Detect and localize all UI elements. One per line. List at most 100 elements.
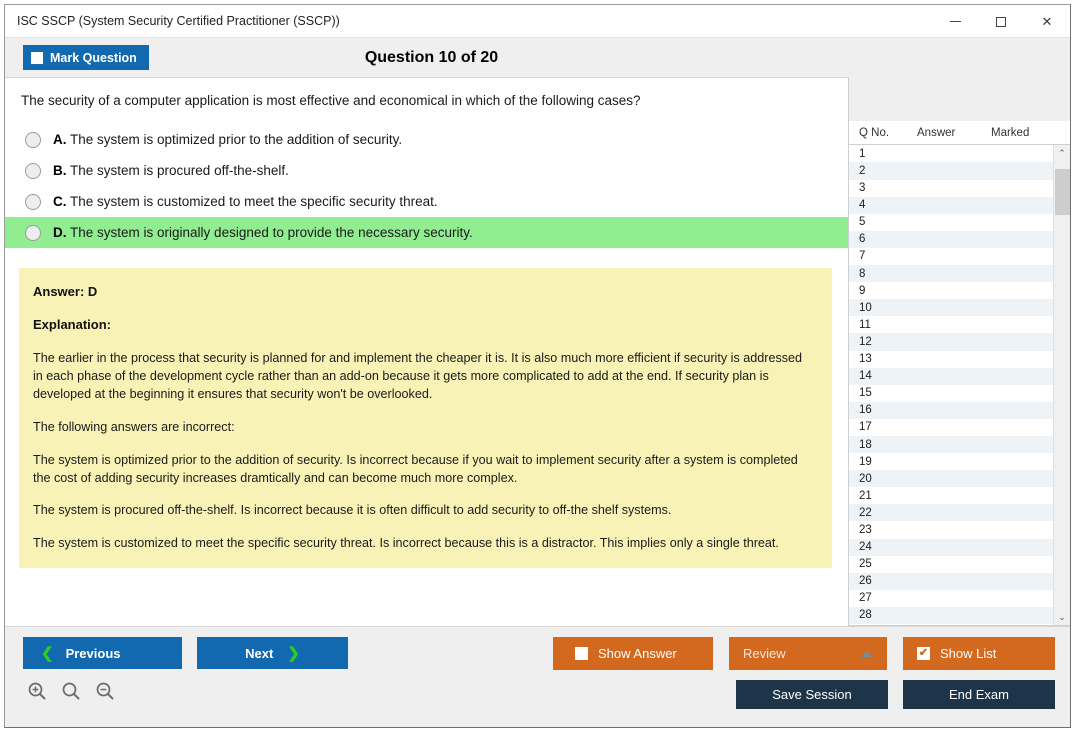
question-list-row-number: 14: [859, 370, 872, 383]
question-list-row-number: 5: [859, 216, 866, 229]
option-row-d[interactable]: D. The system is originally designed to …: [5, 217, 848, 249]
option-row-b[interactable]: B. The system is procured off-the-shelf.: [5, 155, 848, 186]
end-exam-button[interactable]: End Exam: [903, 680, 1055, 709]
mark-question-checkbox-icon: [31, 51, 43, 64]
chevron-up-icon: [861, 650, 873, 657]
save-session-label: Save Session: [772, 687, 852, 702]
question-list-row-number: 6: [859, 233, 866, 246]
explanation-paragraph-2: The following answers are incorrect:: [33, 419, 235, 434]
question-list-row-number: 15: [859, 387, 872, 400]
option-row-a[interactable]: A. The system is optimized prior to the …: [5, 124, 848, 155]
question-list-row[interactable]: 17: [849, 419, 1053, 436]
scrollbar-track[interactable]: [1054, 161, 1070, 609]
question-list-scrollbar[interactable]: ⌃ ⌄: [1053, 145, 1070, 625]
chevron-right-icon: ❯: [287, 645, 300, 662]
scrollbar-thumb[interactable]: [1055, 169, 1070, 216]
question-content-pane: The security of a computer application i…: [5, 77, 849, 626]
question-list-row[interactable]: 20: [849, 470, 1053, 488]
question-list-row[interactable]: 29: [849, 624, 1053, 625]
question-list-row-number: 27: [859, 592, 872, 605]
question-list-row-number: 17: [859, 421, 872, 434]
question-list-row[interactable]: 9: [849, 282, 1053, 299]
question-list-row[interactable]: 14: [849, 367, 1053, 385]
question-list-row[interactable]: 16: [849, 401, 1053, 419]
maximize-button[interactable]: [978, 5, 1024, 38]
previous-button[interactable]: ❮ Previous: [23, 637, 182, 669]
minimize-icon: [949, 21, 961, 22]
minimize-button[interactable]: [932, 5, 978, 38]
question-list-row[interactable]: 28: [849, 606, 1053, 624]
mark-question-button[interactable]: Mark Question: [23, 45, 149, 70]
question-list-row[interactable]: 11: [849, 316, 1053, 333]
show-answer-button[interactable]: Show Answer: [553, 637, 713, 670]
question-list-row-number: 26: [859, 575, 872, 588]
show-list-button[interactable]: ✔ Show List: [903, 637, 1055, 670]
question-header-strip: Mark Question Question 10 of 20: [5, 38, 1070, 77]
question-list-row[interactable]: 8: [849, 265, 1053, 283]
question-list-row[interactable]: 4: [849, 196, 1053, 214]
review-dropdown-button[interactable]: Review: [729, 637, 887, 670]
window-title: ISC SSCP (System Security Certified Prac…: [17, 14, 340, 28]
option-label-d: D. The system is originally designed to …: [53, 225, 473, 240]
radio-icon-a[interactable]: [25, 131, 41, 148]
question-list-row[interactable]: 13: [849, 351, 1053, 368]
scroll-down-icon[interactable]: ⌄: [1054, 609, 1070, 625]
question-list-row-number: 10: [859, 301, 872, 314]
question-list-row[interactable]: 6: [849, 230, 1053, 248]
show-list-checkbox-icon: ✔: [917, 647, 930, 660]
question-list-row-number: 18: [859, 438, 872, 451]
question-list-row[interactable]: 1: [849, 145, 1053, 162]
question-list-row[interactable]: 15: [849, 385, 1053, 402]
show-answer-checkbox-icon: [575, 647, 588, 660]
zoom-out-icon[interactable]: [95, 681, 115, 701]
option-text-b: The system is procured off-the-shelf.: [70, 163, 289, 179]
next-button[interactable]: Next ❯: [197, 637, 348, 669]
question-list-row-number: 7: [859, 250, 866, 263]
option-label-a: A. The system is optimized prior to the …: [53, 132, 402, 147]
question-list-row[interactable]: 22: [849, 504, 1053, 522]
question-list-row-number: 4: [859, 199, 866, 212]
question-list-row-number: 3: [859, 182, 866, 195]
question-list-rows: 1 2 3 4 5 6 7 8 9 10 11 12 13 14 15 16 17 18 19 20 21 22 23 24 2…: [849, 145, 1053, 625]
explanation-heading: Explanation:: [33, 317, 112, 333]
column-header-marked: Marked: [991, 126, 1030, 139]
zoom-in-icon[interactable]: [27, 681, 47, 701]
option-row-c[interactable]: C. The system is customized to meet the …: [5, 186, 848, 217]
question-list-row-number: 21: [859, 489, 872, 502]
question-list-row[interactable]: 23: [849, 521, 1053, 538]
radio-icon-d[interactable]: [25, 224, 41, 241]
radio-icon-c[interactable]: [25, 193, 41, 210]
radio-icon-b[interactable]: [25, 162, 41, 179]
maximize-icon: [996, 16, 1006, 27]
question-list-row[interactable]: 19: [849, 453, 1053, 470]
question-list-row[interactable]: 26: [849, 572, 1053, 590]
question-list-row[interactable]: 12: [849, 333, 1053, 351]
option-letter-c: C.: [53, 194, 67, 210]
question-list-row-number: 12: [859, 335, 872, 348]
question-list-row[interactable]: 5: [849, 214, 1053, 231]
question-list-row[interactable]: 2: [849, 162, 1053, 180]
option-text-c: The system is customized to meet the spe…: [70, 194, 438, 210]
question-list-row[interactable]: 27: [849, 590, 1053, 607]
zoom-controls: [27, 681, 115, 701]
zoom-reset-icon[interactable]: [61, 681, 81, 701]
scroll-up-icon[interactable]: ⌃: [1054, 145, 1070, 161]
close-button[interactable]: ✕: [1024, 5, 1070, 38]
question-list-pane: Q No. Answer Marked 1 2 3 4 5 6 7 8 9 10 11 12 13 14 1…: [849, 77, 1070, 626]
question-list-row-number: 2: [859, 165, 866, 178]
end-exam-label: End Exam: [949, 687, 1009, 702]
question-list-row[interactable]: 10: [849, 299, 1053, 317]
question-list-row[interactable]: 21: [849, 487, 1053, 504]
option-letter-d: D.: [53, 225, 67, 241]
save-session-button[interactable]: Save Session: [736, 680, 888, 709]
question-list-row[interactable]: 7: [849, 248, 1053, 265]
bottom-toolbar: ❮ Previous Next ❯ Show Answer Review ✔ S…: [5, 626, 1070, 727]
show-answer-label: Show Answer: [598, 646, 677, 661]
question-list-row[interactable]: 25: [849, 556, 1053, 573]
option-letter-a: A.: [53, 132, 67, 148]
question-list-row-number: 8: [859, 267, 866, 280]
question-list-row[interactable]: 24: [849, 538, 1053, 556]
question-list-row[interactable]: 18: [849, 435, 1053, 454]
mark-question-label: Mark Question: [50, 50, 137, 65]
question-list-row[interactable]: 3: [849, 180, 1053, 197]
